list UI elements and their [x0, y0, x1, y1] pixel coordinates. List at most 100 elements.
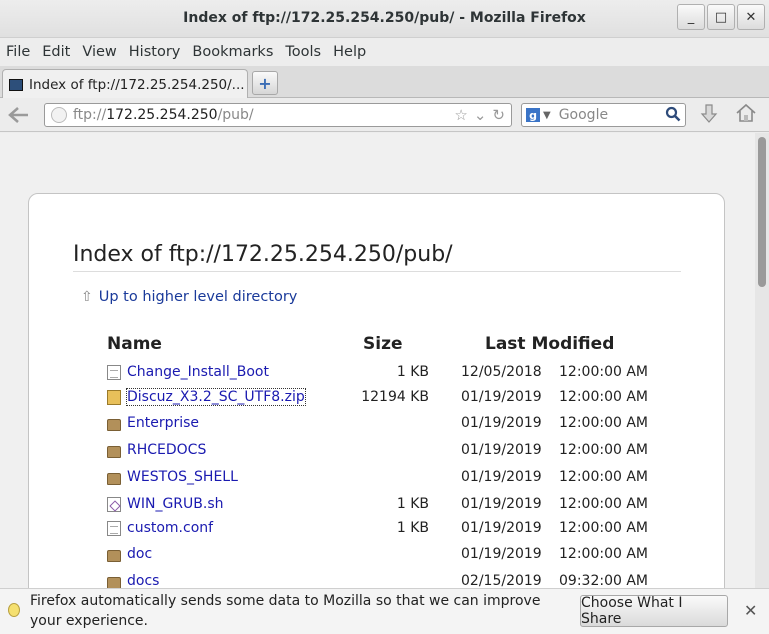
- window-title: Index of ftp://172.25.254.250/pub/ - Moz…: [183, 10, 586, 26]
- file-link[interactable]: WIN_GRUB.sh: [127, 496, 224, 512]
- folder-icon: [107, 577, 121, 588]
- star-icon[interactable]: ☆: [454, 106, 467, 124]
- search-placeholder: Google: [558, 107, 609, 123]
- close-window-button[interactable]: ✕: [737, 4, 765, 30]
- up-directory-label[interactable]: Up to higher level directory: [99, 289, 298, 305]
- table-row: Enterprise 01/19/2019 12:00:00 AM: [29, 413, 726, 437]
- script-file-icon: [107, 497, 121, 512]
- folder-link[interactable]: Enterprise: [127, 415, 199, 431]
- menu-help[interactable]: Help: [327, 44, 372, 60]
- table-row: Change_Install_Boot 1 KB 12/05/2018 12:0…: [29, 362, 726, 386]
- url-host: 172.25.254.250: [106, 107, 218, 123]
- maximize-button[interactable]: □: [707, 4, 735, 30]
- column-header-size[interactable]: Size: [363, 334, 403, 354]
- table-row: docs 02/15/2019 09:32:00 AM: [29, 571, 726, 588]
- notification-bar: Firefox automatically sends some data to…: [0, 588, 769, 634]
- file-time: 12:00:00 AM: [559, 520, 648, 536]
- menu-view[interactable]: View: [76, 44, 122, 60]
- file-date: 01/19/2019: [461, 520, 542, 536]
- file-time: 12:00:00 AM: [559, 389, 648, 405]
- choose-what-i-share-button[interactable]: Choose What I Share: [580, 595, 728, 627]
- column-header-last-modified[interactable]: Last Modified: [485, 334, 614, 354]
- table-row: WIN_GRUB.sh 1 KB 01/19/2019 12:00:00 AM: [29, 494, 726, 518]
- monitor-icon: [9, 78, 23, 91]
- column-header-name[interactable]: Name: [107, 334, 162, 354]
- navigation-toolbar: ftp://172.25.254.250/pub/ ☆ ⌄ ↻ g ▼ Goog…: [0, 98, 769, 132]
- file-link[interactable]: custom.conf: [127, 520, 213, 536]
- window-titlebar: Index of ftp://172.25.254.250/pub/ - Moz…: [0, 0, 769, 38]
- folder-link[interactable]: WESTOS_SHELL: [127, 469, 238, 485]
- file-date: 01/19/2019: [461, 415, 542, 431]
- directory-listing-card: Index of ftp://172.25.254.250/pub/ ⇧ Up …: [28, 193, 725, 588]
- file-date: 02/15/2019: [461, 573, 542, 588]
- menu-file[interactable]: File: [0, 44, 36, 60]
- chevron-down-icon[interactable]: ⌄: [474, 106, 487, 124]
- folder-icon: [107, 419, 121, 431]
- chevron-down-icon[interactable]: ▼: [543, 110, 551, 121]
- file-icon: [107, 365, 121, 380]
- google-engine-icon[interactable]: g: [526, 108, 540, 122]
- menu-bar: File Edit View History Bookmarks Tools H…: [0, 38, 769, 66]
- file-size: 1 KB: [396, 364, 429, 380]
- file-date: 01/19/2019: [461, 469, 542, 485]
- search-icon[interactable]: [665, 106, 681, 126]
- download-icon[interactable]: [699, 103, 719, 130]
- table-row: RHCEDOCS 01/19/2019 12:00:00 AM: [29, 440, 726, 464]
- file-time: 12:00:00 AM: [559, 442, 648, 458]
- folder-link[interactable]: docs: [127, 573, 159, 588]
- globe-icon: [51, 107, 67, 123]
- file-time: 12:00:00 AM: [559, 364, 648, 380]
- table-row: WESTOS_SHELL 01/19/2019 12:00:00 AM: [29, 467, 726, 491]
- minimize-button[interactable]: _: [677, 4, 705, 30]
- file-time: 12:00:00 AM: [559, 496, 648, 512]
- menu-edit[interactable]: Edit: [36, 44, 76, 60]
- tab-ftp-index[interactable]: Index of ftp://172.25.254.250/...: [2, 69, 248, 99]
- file-link[interactable]: Change_Install_Boot: [127, 364, 269, 380]
- page-heading: Index of ftp://172.25.254.250/pub/: [73, 242, 681, 272]
- reload-icon[interactable]: ↻: [492, 106, 505, 124]
- file-time: 12:00:00 AM: [559, 469, 648, 485]
- file-date: 12/05/2018: [461, 364, 542, 380]
- up-directory-link[interactable]: ⇧ Up to higher level directory: [81, 289, 297, 305]
- window-controls: _ □ ✕: [677, 4, 765, 30]
- url-path: /pub/: [217, 107, 254, 123]
- file-date: 01/19/2019: [461, 546, 542, 562]
- file-time: 09:32:00 AM: [559, 573, 648, 588]
- file-time: 12:00:00 AM: [559, 415, 648, 431]
- tab-label: Index of ftp://172.25.254.250/...: [29, 76, 245, 93]
- folder-icon: [107, 473, 121, 485]
- folder-link[interactable]: RHCEDOCS: [127, 442, 206, 458]
- file-size: 1 KB: [396, 496, 429, 512]
- search-box[interactable]: g ▼ Google: [521, 103, 686, 127]
- file-date: 01/19/2019: [461, 442, 542, 458]
- zip-archive-icon: [107, 390, 121, 405]
- tab-strip: Index of ftp://172.25.254.250/... +: [0, 66, 769, 99]
- file-size: 12194 KB: [361, 389, 429, 405]
- home-icon[interactable]: [735, 102, 757, 129]
- folder-icon: [107, 550, 121, 562]
- url-scheme: ftp://: [73, 107, 107, 123]
- scrollbar-thumb[interactable]: [758, 137, 766, 287]
- folder-link[interactable]: doc: [127, 546, 152, 562]
- file-link[interactable]: Discuz_X3.2_SC_UTF8.zip: [126, 388, 306, 406]
- menu-bookmarks[interactable]: Bookmarks: [186, 44, 279, 60]
- new-tab-button[interactable]: +: [252, 71, 278, 95]
- url-bar[interactable]: ftp://172.25.254.250/pub/ ☆ ⌄ ↻: [44, 103, 512, 127]
- file-size: 1 KB: [396, 520, 429, 536]
- file-time: 12:00:00 AM: [559, 546, 648, 562]
- menu-tools[interactable]: Tools: [279, 44, 327, 60]
- vertical-scrollbar[interactable]: [755, 133, 769, 588]
- lightbulb-icon: [8, 603, 20, 617]
- up-arrow-icon: ⇧: [81, 289, 93, 305]
- close-icon[interactable]: ✕: [744, 601, 757, 620]
- table-row: doc 01/19/2019 12:00:00 AM: [29, 544, 726, 568]
- table-row: custom.conf 1 KB 01/19/2019 12:00:00 AM: [29, 518, 726, 542]
- folder-icon: [107, 446, 121, 458]
- file-icon: [107, 521, 121, 536]
- file-date: 01/19/2019: [461, 496, 542, 512]
- page-content: Index of ftp://172.25.254.250/pub/ ⇧ Up …: [0, 133, 769, 588]
- file-date: 01/19/2019: [461, 389, 542, 405]
- menu-history[interactable]: History: [123, 44, 187, 60]
- notification-message: Firefox automatically sends some data to…: [30, 593, 541, 629]
- back-arrow-icon[interactable]: [6, 104, 32, 126]
